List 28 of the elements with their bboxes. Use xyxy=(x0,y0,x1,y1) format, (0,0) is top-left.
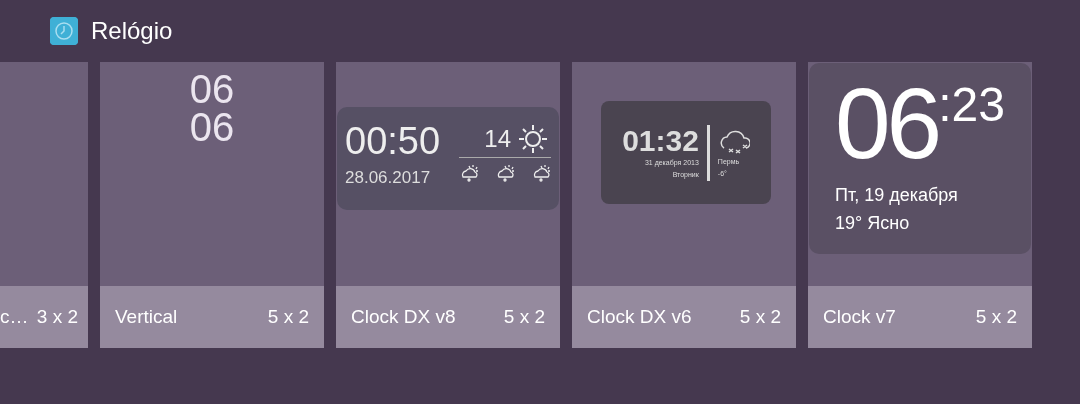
cloud-icon xyxy=(495,162,515,182)
widget-preview[interactable]: 00:50 28.06.2017 14 xyxy=(336,62,560,286)
widget-name: c… xyxy=(0,304,29,329)
cloud-icon xyxy=(459,162,479,182)
widget-preview[interactable] xyxy=(0,62,88,286)
widget-name: Clock v7 xyxy=(823,304,896,329)
clock-app-icon xyxy=(50,17,78,45)
widget-size: 5 x 2 xyxy=(503,304,545,329)
temperature: 14 xyxy=(484,124,511,154)
clock-time: 00:50 xyxy=(345,121,441,161)
app-title: Relógio xyxy=(91,16,173,46)
clock-hours: 06 xyxy=(835,73,939,173)
clock-hours: 06 xyxy=(188,70,236,108)
widget-size: 5 x 2 xyxy=(739,304,781,329)
clock-minutes: 06 xyxy=(188,108,236,146)
widget-size: 3 x 2 xyxy=(36,304,78,329)
weather: 19° Ясно xyxy=(835,212,911,235)
clock-time: 01:32 xyxy=(622,124,699,157)
widget-preview[interactable]: 06 06 xyxy=(100,62,324,286)
widget-size: 5 x 2 xyxy=(975,304,1017,329)
clock-minutes: :23 xyxy=(938,77,1005,133)
widget-size: 5 x 2 xyxy=(267,304,309,329)
widget-name: Clock DX v6 xyxy=(587,304,692,329)
clock-date: Пт, 19 декабря xyxy=(835,184,959,207)
widget-name: Vertical xyxy=(115,304,178,329)
widget-name: Clock DX v8 xyxy=(351,304,456,329)
cloud-icon xyxy=(531,162,551,182)
clock-date: 28.06.2017 xyxy=(345,167,432,189)
